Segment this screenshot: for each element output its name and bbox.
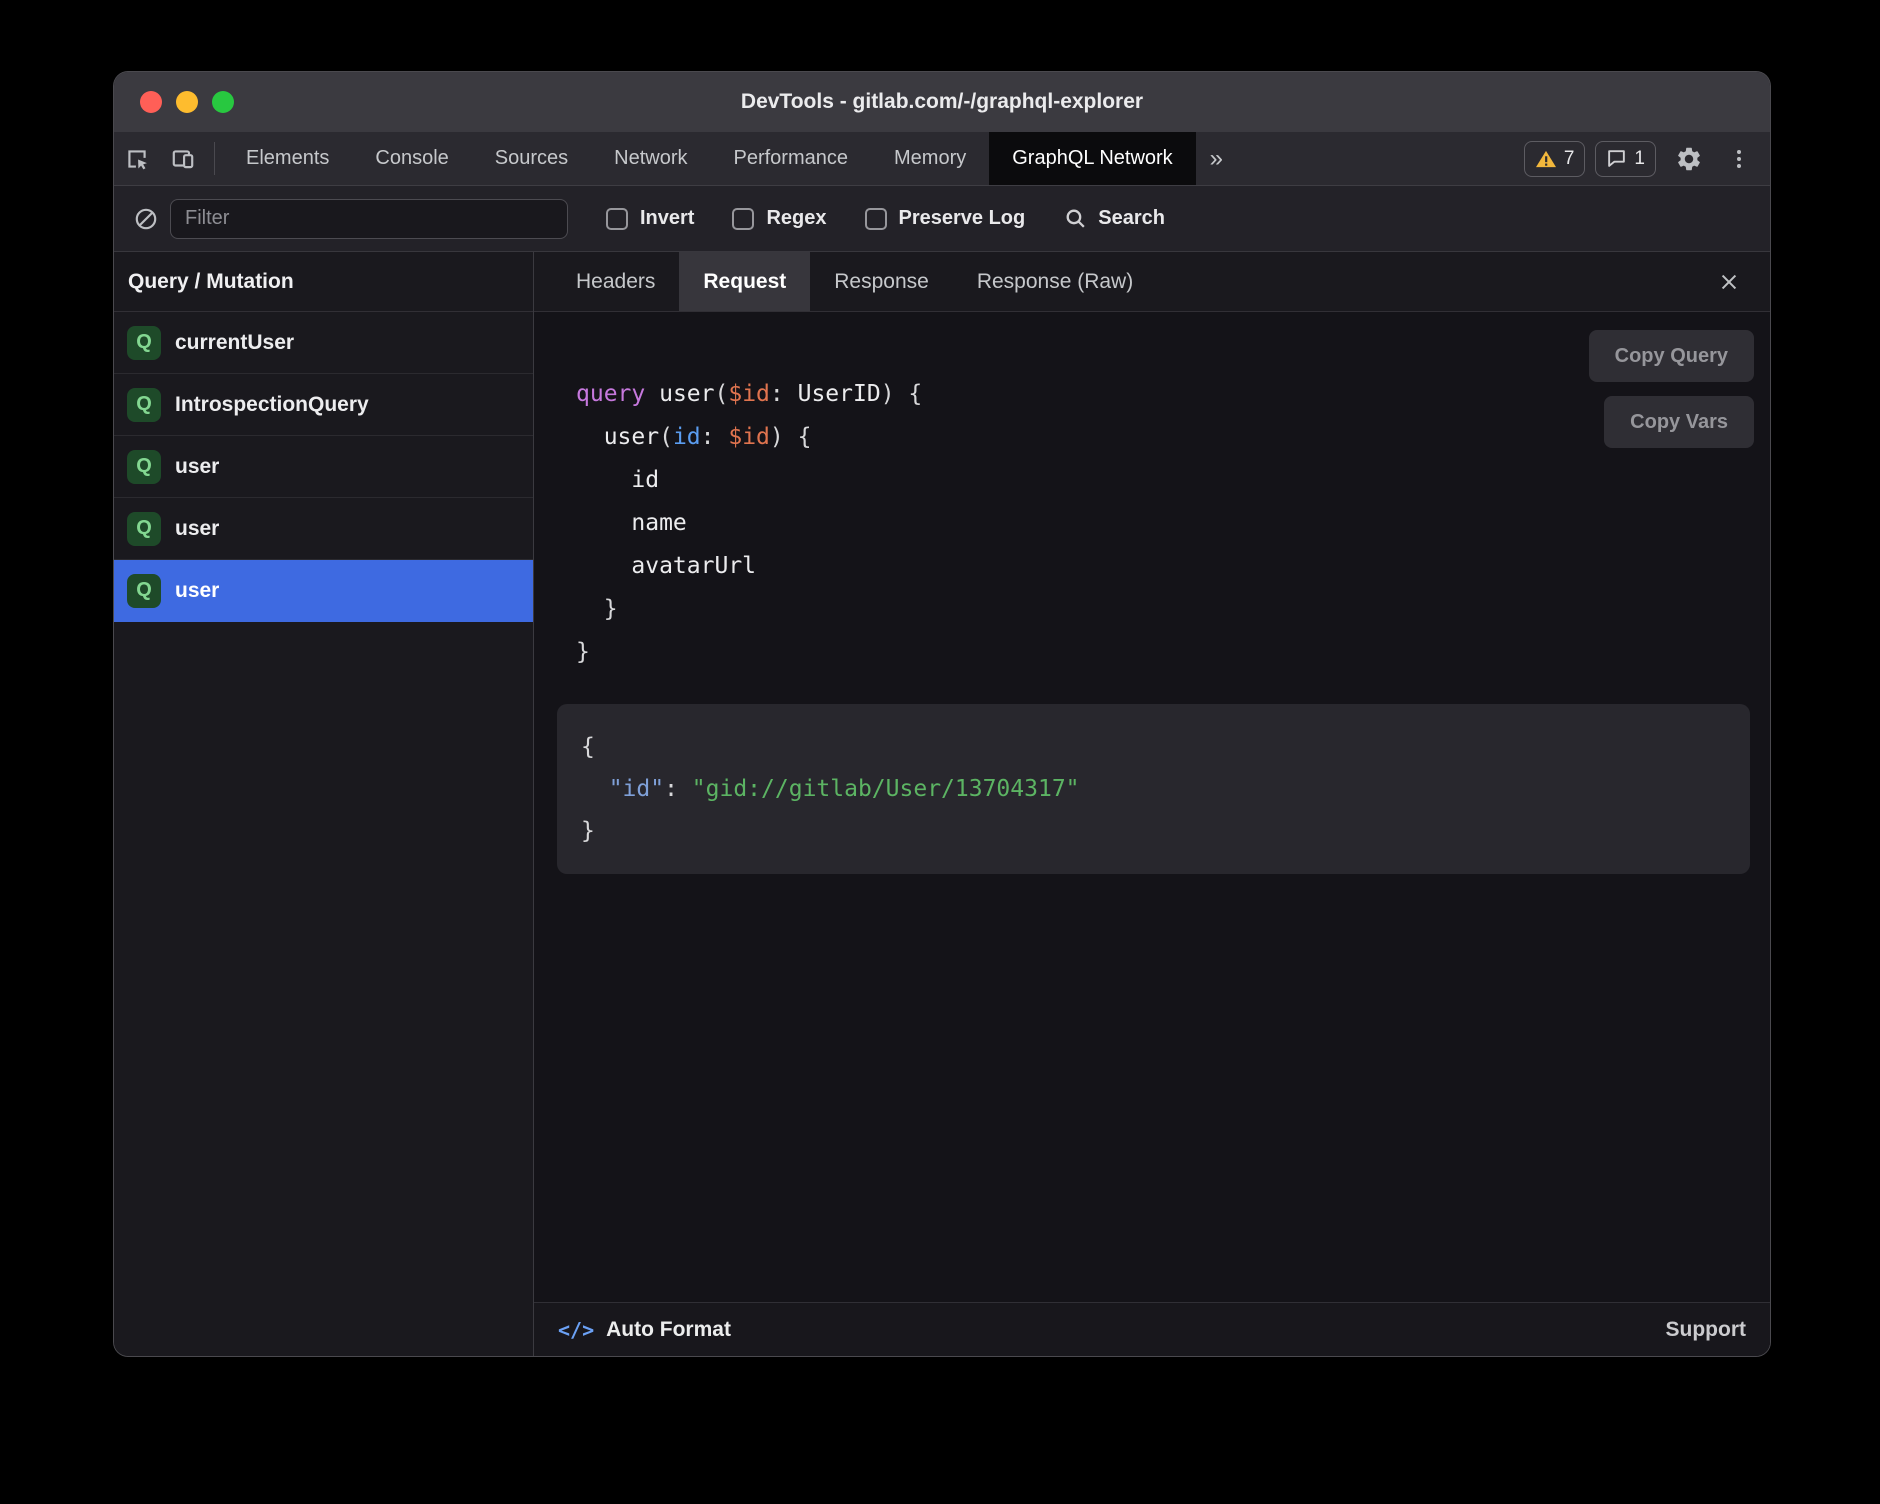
- auto-format-label[interactable]: Auto Format: [606, 1318, 731, 1342]
- filter-checkbox-invert[interactable]: Invert: [606, 207, 694, 230]
- devtools-tab-console[interactable]: Console: [352, 132, 471, 185]
- query-list-item[interactable]: Quser: [114, 560, 533, 622]
- query-label: currentUser: [175, 331, 294, 355]
- traffic-lights: [140, 91, 234, 113]
- code-line: {: [581, 726, 1726, 768]
- panel-footer: </> Auto Format Support: [534, 1302, 1770, 1356]
- query-type-badge: Q: [127, 326, 161, 360]
- devtools-tabs: ElementsConsoleSourcesNetworkPerformance…: [223, 132, 1196, 185]
- search-control[interactable]: Search: [1063, 206, 1165, 231]
- checkbox-label: Regex: [766, 207, 826, 230]
- query-label: IntrospectionQuery: [175, 393, 369, 417]
- panel-tabs-row: HeadersRequestResponseResponse (Raw): [534, 252, 1770, 312]
- query-list-item[interactable]: Q IntrospectionQuery: [114, 374, 533, 436]
- close-window-button[interactable]: [140, 91, 162, 113]
- more-tabs-chevron[interactable]: »: [1196, 132, 1237, 185]
- warning-icon: [1535, 149, 1557, 169]
- query-list-item[interactable]: Quser: [114, 498, 533, 560]
- query-type-badge: Q: [127, 388, 161, 422]
- filter-checkbox-regex[interactable]: Regex: [732, 207, 826, 230]
- close-panel-icon[interactable]: [1712, 265, 1746, 299]
- code-line: }: [576, 631, 1750, 674]
- panel-tabs: HeadersRequestResponseResponse (Raw): [552, 252, 1157, 311]
- query-type-badge: Q: [127, 450, 161, 484]
- search-label: Search: [1098, 207, 1165, 230]
- filter-checkboxes: Invert Regex Preserve Log: [606, 207, 1025, 230]
- toolbar-divider: [214, 142, 215, 175]
- query-type-badge: Q: [127, 512, 161, 546]
- settings-gear-icon[interactable]: [1666, 145, 1712, 173]
- code-line: }: [581, 810, 1726, 852]
- code-line: id: [576, 459, 1750, 502]
- warnings-badge[interactable]: 7: [1524, 141, 1586, 177]
- devtools-tab-elements[interactable]: Elements: [223, 132, 352, 185]
- copy-vars-button[interactable]: Copy Vars: [1604, 396, 1754, 448]
- window-title: DevTools - gitlab.com/-/graphql-explorer: [114, 90, 1770, 114]
- clear-icon[interactable]: [128, 206, 164, 232]
- toolbar-right-cluster: 7 1: [1524, 132, 1770, 185]
- graphql-query-code: query user($id: UserID) { user(id: $id) …: [557, 373, 1750, 674]
- query-sidebar: Query / Mutation QcurrentUserQIntrospect…: [114, 252, 534, 1356]
- checkbox-label: Invert: [640, 207, 694, 230]
- zoom-window-button[interactable]: [212, 91, 234, 113]
- panel-tab-response[interactable]: Response: [810, 252, 953, 311]
- code-format-icon[interactable]: </>: [558, 1318, 594, 1342]
- checkbox-icon[interactable]: [732, 208, 754, 230]
- code-line: avatarUrl: [576, 545, 1750, 588]
- issues-count: 1: [1634, 148, 1645, 170]
- code-line: "id": "gid://gitlab/User/13704317": [581, 768, 1726, 810]
- inspect-element-icon[interactable]: [114, 132, 160, 185]
- panel-tab-headers[interactable]: Headers: [552, 252, 679, 311]
- sidebar-header: Query / Mutation: [114, 252, 533, 312]
- devtools-tab-performance[interactable]: Performance: [711, 132, 872, 185]
- query-variables-box: { "id": "gid://gitlab/User/13704317"}: [557, 704, 1750, 874]
- issues-badge[interactable]: 1: [1595, 141, 1656, 177]
- code-line: }: [576, 588, 1750, 631]
- devtools-tab-memory[interactable]: Memory: [871, 132, 989, 185]
- query-label: user: [175, 517, 219, 541]
- checkbox-icon[interactable]: [606, 208, 628, 230]
- kebab-menu-icon[interactable]: [1722, 147, 1756, 171]
- devtools-tab-graphql-network[interactable]: GraphQL Network: [989, 132, 1195, 185]
- copy-buttons: Copy Query Copy Vars: [1589, 330, 1754, 448]
- query-type-badge: Q: [127, 574, 161, 608]
- device-toolbar-icon[interactable]: [160, 132, 206, 185]
- code-line: user(id: $id) {: [576, 416, 1750, 459]
- query-list-item[interactable]: Quser: [114, 436, 533, 498]
- main-split: Query / Mutation QcurrentUserQIntrospect…: [114, 252, 1770, 1356]
- query-list: QcurrentUserQIntrospectionQueryQuserQuse…: [114, 312, 533, 622]
- devtools-tab-sources[interactable]: Sources: [472, 132, 591, 185]
- filter-bar: Invert Regex Preserve Log Search: [114, 186, 1770, 252]
- checkbox-label: Preserve Log: [899, 207, 1026, 230]
- detail-panel: HeadersRequestResponseResponse (Raw) Cop…: [534, 252, 1770, 1356]
- filter-checkbox-preserve-log[interactable]: Preserve Log: [865, 207, 1026, 230]
- code-line: query user($id: UserID) {: [576, 373, 1750, 416]
- request-tab-content: Copy Query Copy Vars query user($id: Use…: [534, 312, 1770, 1302]
- minimize-window-button[interactable]: [176, 91, 198, 113]
- copy-query-button[interactable]: Copy Query: [1589, 330, 1754, 382]
- panel-tab-request[interactable]: Request: [679, 252, 810, 311]
- filter-input[interactable]: [170, 199, 568, 239]
- devtools-toolbar: ElementsConsoleSourcesNetworkPerformance…: [114, 132, 1770, 186]
- titlebar: DevTools - gitlab.com/-/graphql-explorer: [114, 72, 1770, 132]
- message-bubble-icon: [1606, 148, 1627, 169]
- panel-tab-response-raw[interactable]: Response (Raw): [953, 252, 1157, 311]
- support-link[interactable]: Support: [1666, 1318, 1746, 1342]
- warning-count: 7: [1564, 148, 1575, 170]
- search-icon: [1063, 206, 1088, 231]
- devtools-window: DevTools - gitlab.com/-/graphql-explorer…: [114, 72, 1770, 1356]
- query-label: user: [175, 455, 219, 479]
- query-list-item[interactable]: QcurrentUser: [114, 312, 533, 374]
- code-line: name: [576, 502, 1750, 545]
- query-label: user: [175, 579, 219, 603]
- devtools-tab-network[interactable]: Network: [591, 132, 710, 185]
- checkbox-icon[interactable]: [865, 208, 887, 230]
